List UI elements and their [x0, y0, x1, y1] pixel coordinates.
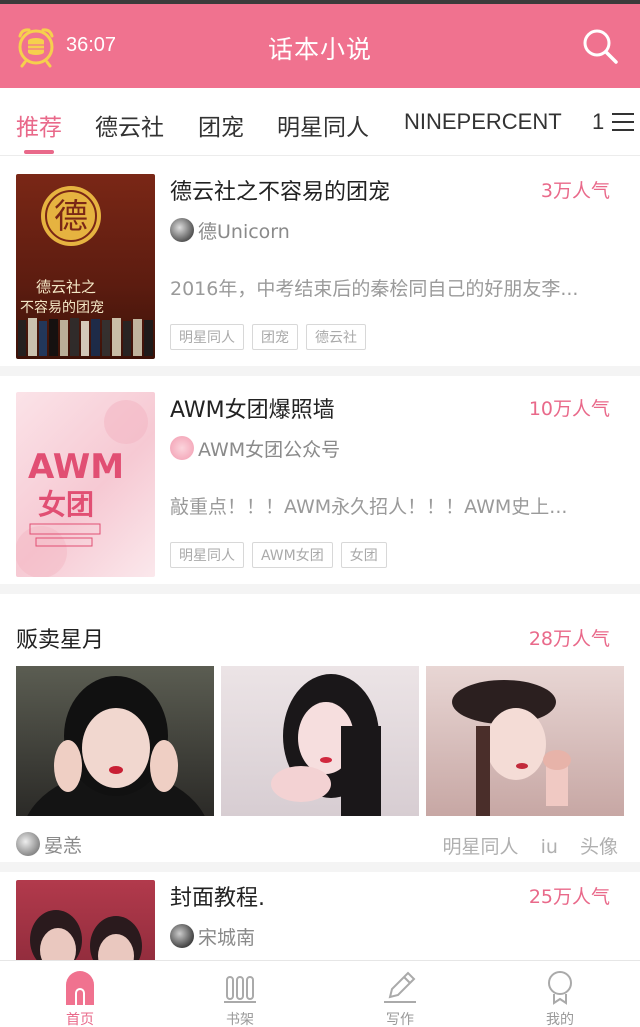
- story-card[interactable]: 德 德云社之 不容易的团宠 德云社之不容易的团宠 3万人气 德Unicorn 2…: [0, 166, 640, 376]
- nav-home[interactable]: 首页: [0, 961, 160, 1027]
- nav-bookshelf[interactable]: 书架: [160, 961, 320, 1027]
- app-title: 话本小说: [267, 35, 372, 64]
- profile-icon: [548, 971, 572, 1005]
- nav-home-label: 首页: [66, 1012, 94, 1027]
- popularity-count: 10万人气: [528, 398, 610, 420]
- author-avatar: [170, 924, 194, 948]
- pencil-icon: [384, 971, 416, 1003]
- gallery-image[interactable]: [221, 666, 419, 816]
- popularity-count: 28万人气: [528, 628, 610, 650]
- author-name: 宋城南: [198, 926, 256, 949]
- cover-art-deyunshe: 德 德云社之 不容易的团宠: [18, 186, 153, 356]
- story-card[interactable]: AWM 女团 AWM女团爆照墙 10万人气 AWM女团公众号 敲重点！！！AWM…: [0, 384, 640, 594]
- story-author[interactable]: 德Unicorn: [170, 218, 290, 243]
- story-description: 敲重点！！！AWM永久招人！！！AWM史上...: [170, 496, 568, 518]
- cover-mid-text: 女团: [38, 488, 94, 521]
- author-avatar: [16, 832, 40, 856]
- popularity-count: 25万人气: [528, 886, 610, 908]
- tag-text[interactable]: 头像: [580, 836, 618, 858]
- tag-chip[interactable]: 德云社: [306, 324, 366, 350]
- tag-text[interactable]: iu: [541, 836, 558, 858]
- tag-chip[interactable]: 明星同人: [170, 542, 244, 568]
- gallery-title[interactable]: 贩卖星月: [16, 622, 104, 654]
- bottom-nav: 首页 书架 写作 我的: [0, 960, 640, 1027]
- popularity-count: 3万人气: [540, 180, 610, 202]
- cover-line-2: 不容易的团宠: [20, 299, 104, 316]
- author-name: AWM女团公众号: [198, 438, 341, 461]
- cover-seal-text: 德: [54, 197, 88, 237]
- portrait-image: [27, 676, 205, 816]
- author-avatar: [170, 436, 194, 460]
- cover-line-1: 德云社之: [36, 278, 96, 296]
- story-tags: 明星同人 团宠 德云社: [170, 324, 374, 350]
- gallery-card[interactable]: 贩卖星月 28万人气 晏恙 明星同人 iu 头像: [0, 602, 640, 872]
- tab-mingxing-tongren[interactable]: 明星同人: [277, 108, 369, 142]
- active-tab-indicator: [24, 150, 54, 154]
- story-title[interactable]: 德云社之不容易的团宠: [170, 174, 390, 206]
- story-author[interactable]: AWM女团公众号: [170, 436, 341, 461]
- tag-chip[interactable]: 女团: [340, 542, 387, 568]
- story-author[interactable]: 宋城南: [170, 924, 256, 949]
- menu-icon[interactable]: [612, 110, 634, 134]
- author-name: 晏恙: [44, 834, 83, 857]
- story-cover[interactable]: AWM 女团: [16, 392, 155, 577]
- status-strip: [0, 0, 640, 4]
- tab-tuanchong[interactable]: 团宠: [198, 108, 244, 142]
- tab-partial[interactable]: 1: [592, 109, 604, 135]
- cover-big-text: AWM: [28, 447, 124, 487]
- bookshelf-icon: [224, 976, 256, 1003]
- nav-profile-label: 我的: [546, 1012, 574, 1027]
- cover-art-awm: AWM 女团: [16, 400, 148, 577]
- gallery-author[interactable]: 晏恙: [16, 832, 83, 857]
- nav-write[interactable]: 写作: [320, 961, 480, 1027]
- tab-ninepercent[interactable]: NINEPERCENT: [404, 109, 562, 135]
- author-name: 德Unicorn: [198, 220, 290, 243]
- portrait-image: [271, 674, 381, 816]
- story-tags: 明星同人 AWM女团 女团: [170, 542, 395, 568]
- story-card[interactable]: 封面教程. 25万人气 宋城南: [0, 872, 640, 1027]
- nav-write-label: 写作: [386, 1012, 414, 1027]
- gallery-image[interactable]: [16, 666, 214, 816]
- tag-chip[interactable]: 明星同人: [170, 324, 244, 350]
- search-icon[interactable]: [580, 26, 620, 66]
- story-title[interactable]: 封面教程.: [170, 880, 265, 912]
- app-header: 36:07 话本小说: [0, 0, 640, 88]
- nav-profile[interactable]: 我的: [480, 961, 640, 1027]
- story-description: 2016年，中考结束后的秦桧同自己的好朋友李...: [170, 278, 579, 300]
- author-avatar: [170, 218, 194, 242]
- category-tabs: 推荐 德云社 团宠 明星同人 NINEPERCENT 1: [0, 88, 640, 156]
- nav-bookshelf-label: 书架: [226, 1012, 254, 1027]
- tab-deyunshe[interactable]: 德云社: [95, 108, 164, 142]
- story-cover[interactable]: 德 德云社之 不容易的团宠: [16, 174, 155, 359]
- portrait-image: [452, 680, 571, 816]
- tag-chip[interactable]: AWM女团: [252, 542, 333, 568]
- home-icon: [66, 971, 94, 1005]
- gallery-image[interactable]: [426, 666, 624, 816]
- story-title[interactable]: AWM女团爆照墙: [170, 392, 335, 424]
- tag-chip[interactable]: 团宠: [252, 324, 298, 350]
- tab-recommend[interactable]: 推荐: [16, 108, 62, 142]
- tag-text[interactable]: 明星同人: [443, 836, 519, 858]
- gallery-tags: 明星同人 iu 头像: [427, 832, 618, 859]
